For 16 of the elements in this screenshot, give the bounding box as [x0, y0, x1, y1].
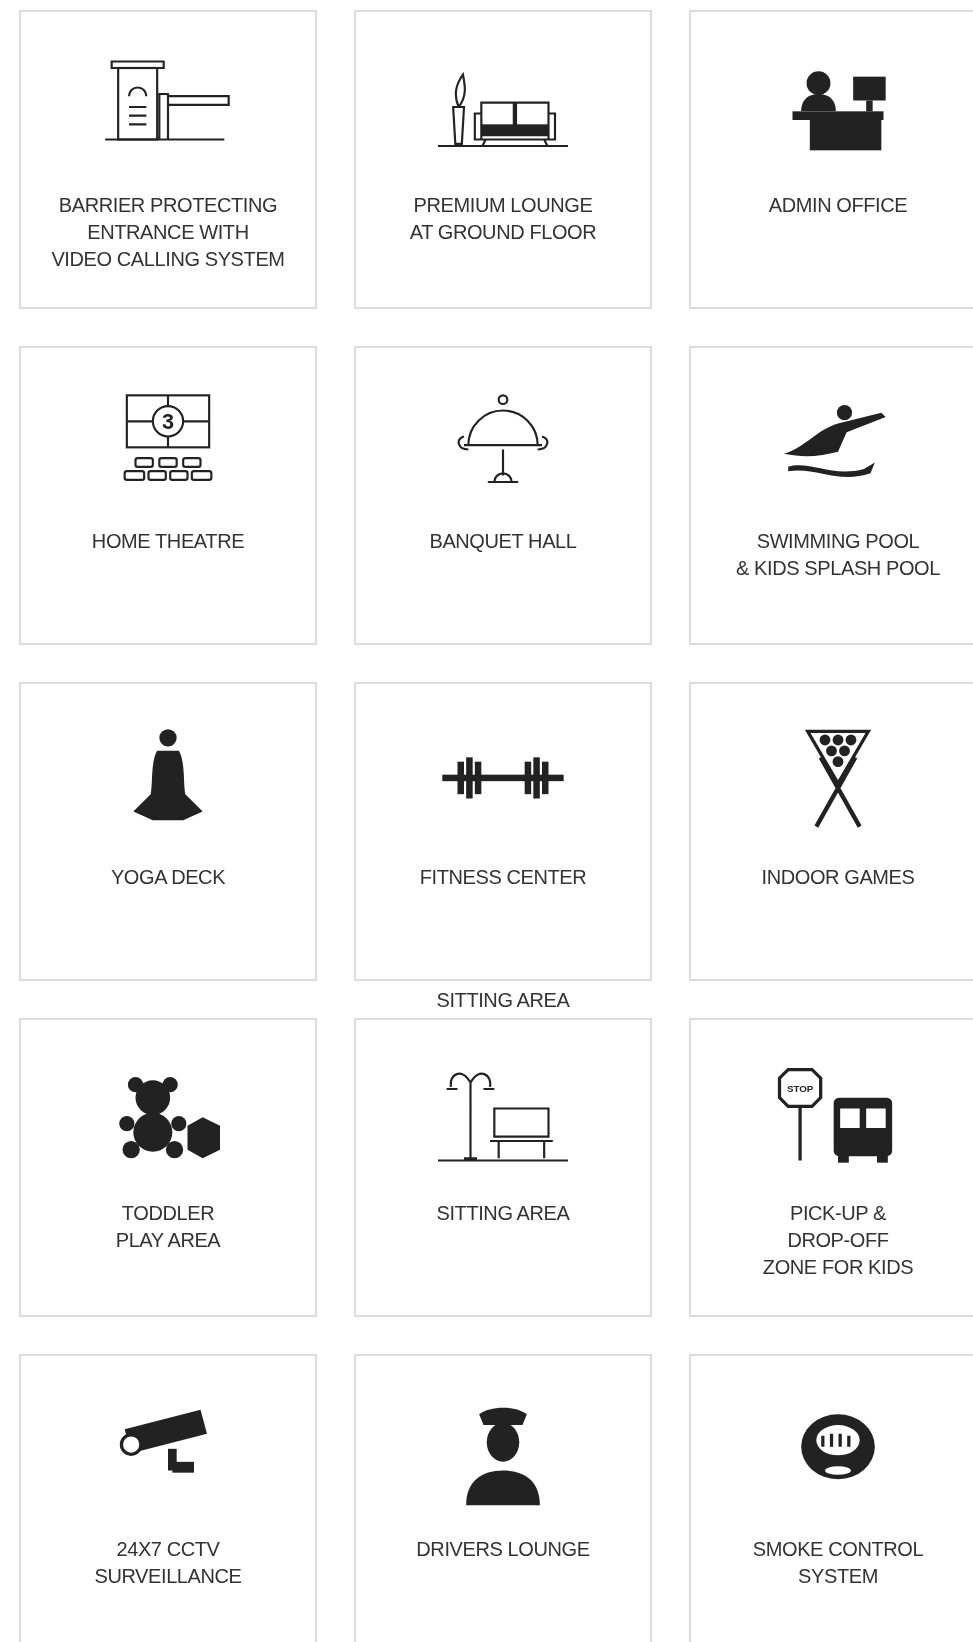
amenity-label: BANQUET HALL: [429, 529, 577, 554]
amenity-label: SITTING AREA: [436, 1201, 570, 1226]
amenity-label: YOGA DECK: [110, 865, 226, 890]
amenity-label: INDOOR GAMES: [761, 865, 915, 890]
amenity-label: SMOKE CONTROL SYSTEM: [752, 1537, 924, 1589]
amenity-label: BARRIER PROTECTING ENTRANCE WITH VIDEO CALLING SYSTEM: [51, 193, 285, 272]
amenity-label: PICK-UP & DROP-OFF ZONE FOR KIDS: [762, 1201, 914, 1280]
amenity-label: PREMIUM LOUNGE AT GROUND FLOOR: [409, 193, 597, 245]
amenity-label: 24X7 CCTV SURVEILLANCE: [94, 1537, 242, 1589]
amenity-label: DRIVERS LOUNGE: [416, 1537, 590, 1562]
amenity-label: TODDLER PLAY AREA: [115, 1201, 221, 1253]
amenity-label: SWIMMING POOL & KIDS SPLASH POOL: [736, 529, 940, 581]
amenity-label: HOME THEATRE: [91, 529, 245, 554]
card-caption: SITTING AREA: [435, 989, 571, 1012]
amenity-label: ADMIN OFFICE: [768, 193, 908, 218]
amenity-label: FITNESS CENTER: [419, 865, 587, 890]
